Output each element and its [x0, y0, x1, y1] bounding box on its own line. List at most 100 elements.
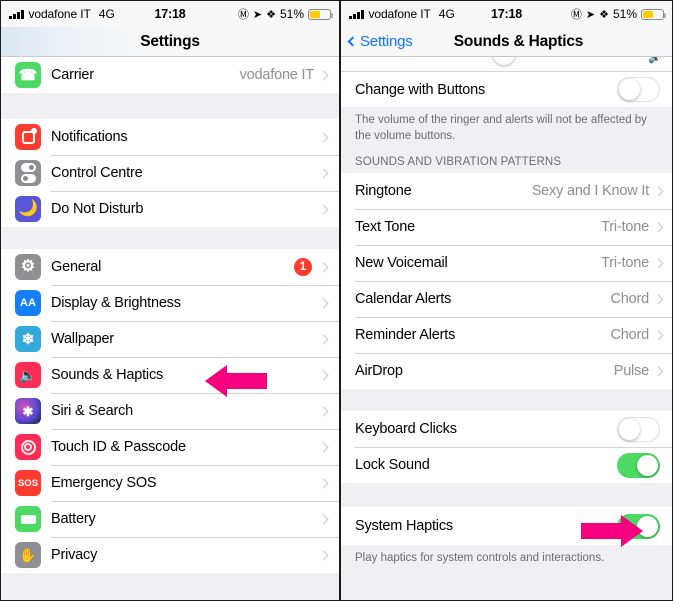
row-label: New Voicemail: [355, 255, 448, 272]
group-spacer: [1, 93, 339, 119]
sidebar-item-do-not-disturb[interactable]: 🌙 Do Not Disturb: [1, 191, 339, 227]
row-ringtone[interactable]: Ringtone Sexy and I Know It: [341, 173, 672, 210]
sidebar-item-touch-id-passcode[interactable]: Touch ID & Passcode: [1, 429, 339, 465]
row-label: Carrier: [51, 67, 94, 83]
battery-icon: [308, 8, 333, 20]
chevron-right-icon: [318, 478, 329, 488]
sidebar-item-carrier[interactable]: ☎ Carrier vodafone IT: [1, 57, 339, 93]
status-bar-clock: 17:18: [154, 7, 186, 21]
chevron-right-icon: [318, 262, 329, 272]
row-new-voicemail[interactable]: New Voicemail Tri-tone: [341, 245, 672, 282]
chevron-right-icon: [318, 550, 329, 560]
row-calendar-alerts[interactable]: Calendar Alerts Chord: [341, 281, 672, 318]
sidebar-item-battery[interactable]: Battery: [1, 501, 339, 537]
row-label: Calendar Alerts: [355, 291, 452, 308]
battery-icon: [15, 506, 41, 532]
left-phone-panel: vodafone IT 4G 17:18 Ⓜ ➤ ❖ 51% Settings …: [0, 0, 340, 601]
row-label: Privacy: [51, 547, 98, 563]
haptics-group-footer: Play haptics for system controls and int…: [341, 545, 672, 575]
chevron-right-icon: [318, 298, 329, 308]
sounds-group-header: SOUNDS AND VIBRATION PATTERNS: [341, 152, 672, 174]
row-label: Change with Buttons: [355, 81, 486, 98]
nav-bar-right: Settings Sounds & Haptics: [341, 27, 672, 57]
ringer-volume-slider[interactable]: 🔊: [341, 57, 672, 71]
row-label: Wallpaper: [51, 331, 114, 347]
row-value: Tri-tone: [601, 219, 649, 236]
row-change-with-buttons[interactable]: Change with Buttons: [341, 71, 672, 107]
status-badge: 1: [294, 258, 312, 276]
slider-knob[interactable]: [493, 57, 516, 65]
row-airdrop[interactable]: AirDrop Pulse: [341, 353, 672, 390]
speaker-loud-icon: 🔊: [648, 57, 662, 64]
row-label: Touch ID & Passcode: [51, 439, 186, 455]
sounds-group: Ringtone Sexy and I Know It Text Tone Tr…: [341, 173, 672, 390]
chevron-right-icon: [318, 442, 329, 452]
moon-icon: 🌙: [15, 196, 41, 222]
row-value: Chord: [610, 291, 650, 308]
hand-icon: ✋: [15, 542, 41, 568]
group-spacer: [341, 389, 672, 412]
page-title: Settings: [140, 32, 200, 50]
sidebar-item-privacy[interactable]: ✋ Privacy: [1, 537, 339, 573]
sidebar-item-display-brightness[interactable]: AA Display & Brightness: [1, 285, 339, 321]
lock-sound-toggle[interactable]: [617, 452, 660, 478]
fingerprint-icon: [15, 434, 41, 460]
row-reminder-alerts[interactable]: Reminder Alerts Chord: [341, 317, 672, 354]
settings-list[interactable]: ☎ Carrier vodafone IT Notifications Cont…: [1, 57, 339, 600]
battery-icon: [641, 8, 666, 20]
chevron-right-icon: [318, 514, 329, 524]
sidebar-item-notifications[interactable]: Notifications: [1, 119, 339, 155]
chevron-right-icon: [653, 222, 664, 232]
row-keyboard-clicks[interactable]: Keyboard Clicks: [341, 411, 672, 448]
arrow-pointing-sounds-haptics: [205, 363, 267, 399]
sos-icon: SOS: [15, 470, 41, 496]
group-spacer: [341, 574, 672, 599]
row-label: Ringtone: [355, 183, 412, 200]
change-with-buttons-toggle[interactable]: [617, 77, 660, 102]
back-button[interactable]: Settings: [341, 33, 413, 50]
nav-bar-left: Settings: [1, 27, 339, 57]
settings-group-notifications: Notifications Control Centre 🌙 Do Not Di…: [1, 119, 339, 227]
sidebar-item-wallpaper[interactable]: ❄ Wallpaper: [1, 321, 339, 357]
chevron-right-icon: [318, 132, 329, 142]
row-label: Do Not Disturb: [51, 201, 144, 217]
chevron-right-icon: [653, 186, 664, 196]
sidebar-item-siri-search[interactable]: ✱ Siri & Search: [1, 393, 339, 429]
sidebar-item-sounds-haptics[interactable]: 🔈 Sounds & Haptics: [1, 357, 339, 393]
chevron-right-icon: [318, 204, 329, 214]
chevron-right-icon: [318, 406, 329, 416]
row-label: Sounds & Haptics: [51, 367, 164, 383]
row-lock-sound[interactable]: Lock Sound: [341, 447, 672, 484]
back-button-label: Settings: [360, 33, 413, 50]
row-text-tone[interactable]: Text Tone Tri-tone: [341, 209, 672, 246]
display-brightness-icon: AA: [15, 290, 41, 316]
row-label: Text Tone: [355, 219, 416, 236]
group-spacer: [1, 573, 339, 597]
arrow-pointing-system-haptics-toggle: [581, 513, 643, 549]
chevron-right-icon: [318, 70, 329, 80]
row-label: Battery: [51, 511, 96, 527]
row-value: Sexy and I Know It: [531, 183, 650, 200]
clicks-group: Keyboard Clicks Lock Sound: [341, 411, 672, 484]
chevron-right-icon: [653, 294, 664, 304]
group-spacer: [1, 227, 339, 249]
row-label: Lock Sound: [355, 457, 430, 474]
chevron-right-icon: [653, 258, 664, 268]
group-spacer: [341, 483, 672, 508]
control-centre-icon: [15, 160, 41, 186]
row-value: vodafone IT: [239, 67, 315, 83]
status-bar-clock: 17:18: [491, 7, 522, 21]
screenshot-stage: vodafone IT 4G 17:18 Ⓜ ➤ ❖ 51% Settings …: [0, 0, 673, 601]
sidebar-item-emergency-sos[interactable]: SOS Emergency SOS: [1, 465, 339, 501]
sidebar-item-general[interactable]: ⚙ General 1: [1, 249, 339, 285]
row-value: Pulse: [613, 363, 649, 380]
row-value: Chord: [610, 327, 650, 344]
right-phone-panel: vodafone IT 4G 17:18 Ⓜ ➤ ❖ 51% Settings …: [340, 0, 673, 601]
sidebar-item-control-centre[interactable]: Control Centre: [1, 155, 339, 191]
row-label: Siri & Search: [51, 403, 134, 419]
ringer-alerts-group: 🔊 Change with Buttons: [341, 57, 672, 107]
wallpaper-icon: ❄: [15, 326, 41, 352]
row-label: Emergency SOS: [51, 475, 157, 491]
row-label: Display & Brightness: [51, 295, 181, 311]
keyboard-clicks-toggle[interactable]: [617, 416, 660, 442]
